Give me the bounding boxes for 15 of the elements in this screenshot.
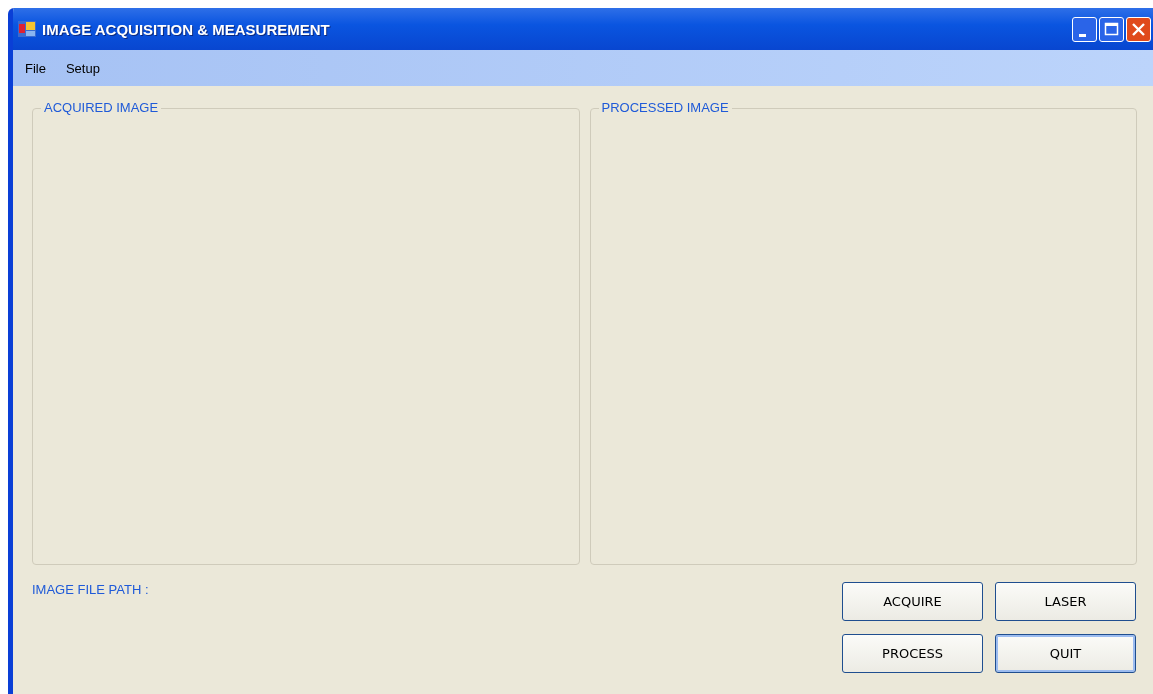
window-title: IMAGE ACQUISITION & MEASUREMENT — [42, 20, 331, 38]
menu-item[interactable]: File — [19, 58, 52, 78]
group-title: ACQUIRED IMAGE — [41, 100, 162, 115]
push-button[interactable]: PROCESS — [842, 634, 983, 673]
minimize-button[interactable] — [1072, 16, 1097, 42]
menu-item[interactable]: Setup — [59, 58, 106, 78]
file-path-label: IMAGE FILE PATH : — [32, 582, 149, 599]
group-title: PROCESSED IMAGE — [598, 100, 732, 115]
app-icon — [18, 21, 36, 37]
push-button[interactable]: QUIT — [995, 634, 1136, 673]
maximize-button[interactable] — [1099, 16, 1124, 42]
push-button[interactable]: LASER — [995, 582, 1136, 621]
minimize-icon — [1078, 33, 1086, 37]
push-button[interactable]: ACQUIRE — [842, 582, 983, 621]
close-button[interactable] — [1126, 16, 1151, 42]
